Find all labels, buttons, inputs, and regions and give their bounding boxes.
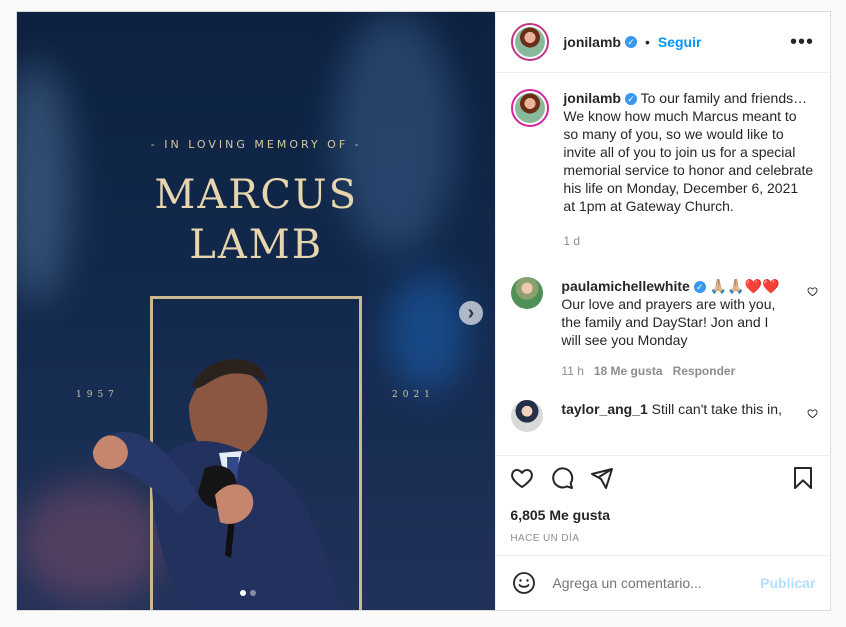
verified-icon: ✓ <box>624 93 637 105</box>
caption-time: 1 d <box>563 234 581 248</box>
comment-input[interactable] <box>552 575 753 591</box>
separator-dot-icon: • <box>644 34 650 50</box>
comment-input-bar: Publicar <box>496 555 832 610</box>
speaker-silhouette <box>92 358 341 610</box>
carousel-dot-active <box>240 590 246 596</box>
carousel-indicators <box>240 590 256 596</box>
comment-username[interactable]: taylor_ang_1 <box>561 401 647 417</box>
caption-username[interactable]: jonilamb <box>563 90 621 106</box>
avatar-image <box>515 27 546 57</box>
comment-like-icon[interactable] <box>807 286 818 297</box>
name-line-2: LAMB <box>189 222 324 268</box>
profile-username[interactable]: jonilamb <box>563 34 621 50</box>
post-time: HACE UN DÍA <box>510 533 580 544</box>
share-icon[interactable] <box>590 466 614 490</box>
caption-meta: 1 d <box>563 232 813 250</box>
post-header: jonilamb ✓ • Seguir ••• <box>496 12 830 73</box>
save-icon[interactable] <box>791 466 815 490</box>
comment-row: paulamichellewhite ✓ 🙏🏼🙏🏼❤️❤️ Our love an… <box>496 250 831 380</box>
comment-icon[interactable] <box>550 466 574 490</box>
comment-like-icon[interactable] <box>807 408 818 419</box>
post-caption: jonilamb ✓ To our family and friends… We … <box>496 73 831 250</box>
comment-text: Still can't take this in, <box>651 401 782 417</box>
verified-icon: ✓ <box>624 36 637 48</box>
action-icons <box>510 462 815 494</box>
comment-meta: 11 h 18 Me gusta Responder <box>561 362 786 380</box>
comment-username[interactable]: paulamichellewhite <box>561 278 689 294</box>
post-actions: 6,805 Me gusta HACE UN DÍA <box>496 455 832 559</box>
comment-likes[interactable]: 18 Me gusta <box>594 362 663 380</box>
emoji-icon[interactable] <box>512 571 536 595</box>
post-sidebar: jonilamb ✓ • Seguir ••• jonilamb ✓ To our… <box>495 12 832 610</box>
caption-text: To our family and friends… We know how m… <box>563 90 814 214</box>
year-end: 2021 <box>392 390 435 400</box>
comments-panel[interactable]: jonilamb ✓ To our family and friends… We … <box>496 73 831 455</box>
next-image-button[interactable]: › <box>459 301 483 325</box>
comment-avatar[interactable] <box>511 277 544 309</box>
caption-avatar[interactable] <box>511 89 550 127</box>
comment-text-block: taylor_ang_1 Still can't take this in, <box>561 400 786 432</box>
stage-light <box>387 272 467 392</box>
publish-button[interactable]: Publicar <box>760 575 815 591</box>
profile-avatar[interactable] <box>511 23 550 61</box>
comment-row: taylor_ang_1 Still can't take this in, <box>496 380 831 432</box>
more-options-icon[interactable]: ••• <box>790 32 814 52</box>
post-image[interactable]: - IN LOVING MEMORY OF - MARCUS LAMB 1957… <box>17 12 496 610</box>
verified-icon: ✓ <box>693 281 706 293</box>
comment-avatar[interactable] <box>511 400 544 432</box>
avatar-image <box>515 93 546 123</box>
likes-count[interactable]: 6,805 Me gusta <box>510 507 815 523</box>
comment-text-block: paulamichellewhite ✓ 🙏🏼🙏🏼❤️❤️ Our love an… <box>561 277 786 380</box>
like-icon[interactable] <box>510 466 534 490</box>
follow-button[interactable]: Seguir <box>658 34 702 50</box>
name-line-1: MARCUS <box>154 172 359 218</box>
comment-time: 11 h <box>561 364 584 378</box>
carousel-dot <box>250 590 256 596</box>
instagram-post: - IN LOVING MEMORY OF - MARCUS LAMB 1957… <box>16 11 832 611</box>
in-loving-memory-text: - IN LOVING MEMORY OF - <box>150 138 362 151</box>
caption-text-block: jonilamb ✓ To our family and friends… We … <box>563 89 813 250</box>
reply-button[interactable]: Responder <box>673 362 736 380</box>
